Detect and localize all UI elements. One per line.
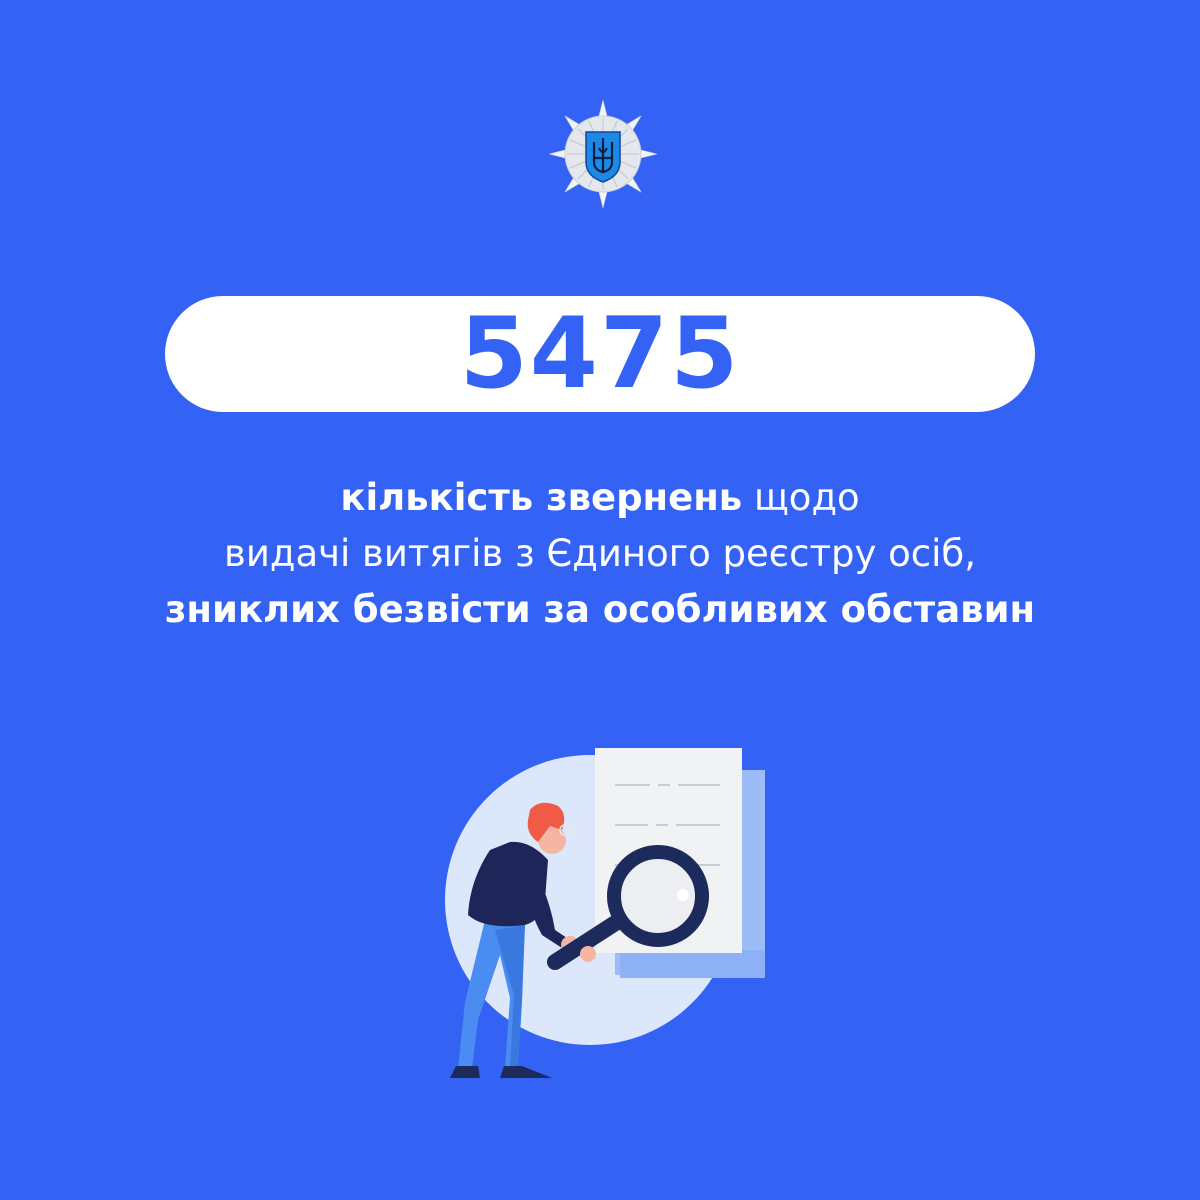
- caption-line-1-bold: кількість звернень: [340, 476, 743, 519]
- number-pill: 5475: [165, 296, 1035, 412]
- caption-line-1: кількість звернень щодо: [0, 470, 1200, 526]
- caption-line-1-regular: щодо: [753, 476, 860, 519]
- caption-line-2: видачі витягів з Єдиного реєстру осіб,: [224, 532, 976, 575]
- person-with-magnifier-illustration: [445, 748, 765, 1078]
- caption: кількість звернень щодо видачі витягів з…: [0, 470, 1200, 638]
- caption-line-3-bold: зниклих безвісти за особливих обставин: [164, 588, 1036, 631]
- count-value: 5475: [459, 297, 741, 411]
- police-emblem-icon: [549, 100, 657, 208]
- caption-line-3: зниклих безвісти за особливих обставин: [0, 582, 1200, 638]
